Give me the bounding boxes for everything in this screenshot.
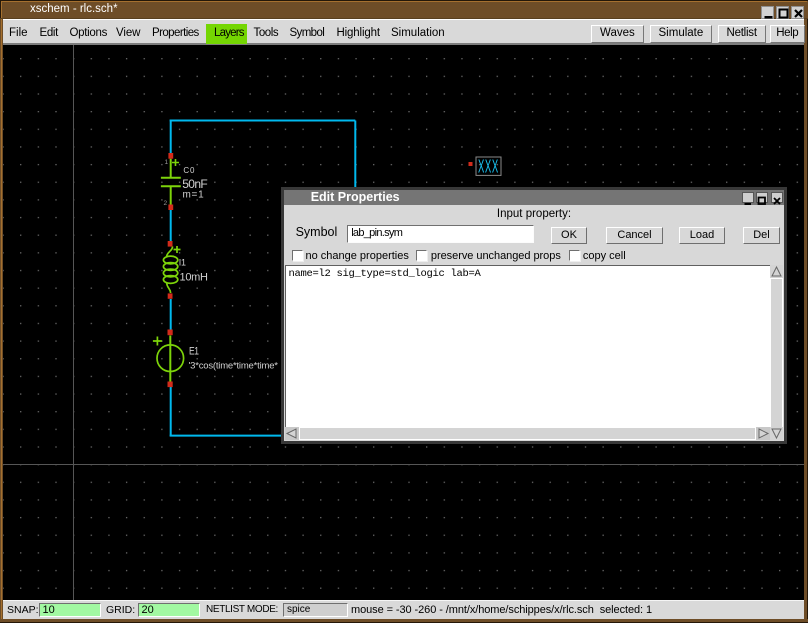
svg-text:'3*cos(time*time*time*: '3*cos(time*time*time* [189,360,279,371]
svg-text:l1: l1 [179,258,186,268]
svg-text:10mH: 10mH [180,272,208,284]
svg-text:C0: C0 [183,166,195,175]
svg-text:2: 2 [164,200,168,207]
svg-text:m=1: m=1 [183,189,205,200]
svg-text:XXX: XXX [478,157,499,177]
svg-text:E1: E1 [189,346,199,358]
svg-text:1: 1 [165,159,169,166]
